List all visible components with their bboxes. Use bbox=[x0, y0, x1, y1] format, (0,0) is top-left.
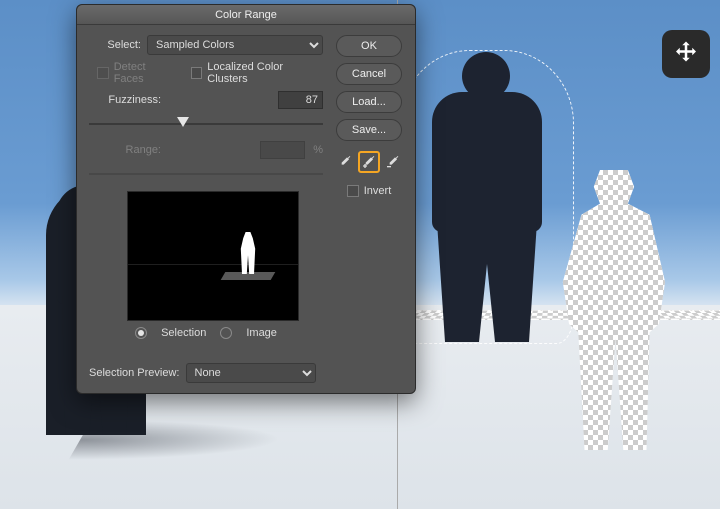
selection-preview-dropdown[interactable]: None bbox=[186, 363, 316, 383]
detect-faces-checkbox bbox=[97, 67, 109, 79]
image-radio-label: Image bbox=[246, 327, 277, 339]
color-range-dialog: Color Range Select: Sampled Colors Detec… bbox=[76, 4, 416, 394]
dialog-title: Color Range bbox=[215, 9, 277, 21]
dialog-titlebar[interactable]: Color Range bbox=[77, 5, 415, 25]
fuzziness-label: Fuzziness: bbox=[89, 94, 161, 106]
selection-preview-thumbnail[interactable] bbox=[127, 191, 299, 321]
select-label: Select: bbox=[89, 39, 141, 51]
localized-checkbox[interactable] bbox=[191, 67, 203, 79]
select-dropdown[interactable]: Sampled Colors bbox=[147, 35, 323, 55]
localized-label: Localized Color Clusters bbox=[207, 61, 323, 85]
eyedropper-add-icon[interactable] bbox=[358, 151, 380, 173]
eyedropper-subtract-icon[interactable] bbox=[382, 151, 404, 173]
selection-radio-label: Selection bbox=[161, 327, 206, 339]
preview-figure-mask bbox=[236, 232, 260, 274]
move-arrows-icon bbox=[671, 39, 701, 69]
invert-checkbox[interactable] bbox=[347, 185, 359, 197]
selection-marquee bbox=[400, 50, 574, 344]
selected-figure bbox=[402, 52, 572, 342]
selection-radio[interactable] bbox=[135, 327, 147, 339]
fuzziness-slider[interactable] bbox=[89, 115, 323, 133]
range-label: Range: bbox=[89, 144, 161, 156]
invert-label: Invert bbox=[364, 185, 392, 197]
save-button[interactable]: Save... bbox=[336, 119, 402, 141]
fuzziness-input[interactable] bbox=[278, 91, 323, 109]
range-input bbox=[260, 141, 305, 159]
selection-preview-label: Selection Preview: bbox=[89, 367, 180, 379]
move-tool-overlay[interactable] bbox=[662, 30, 710, 78]
cancel-button[interactable]: Cancel bbox=[336, 63, 402, 85]
range-unit: % bbox=[311, 144, 323, 156]
ok-button[interactable]: OK bbox=[336, 35, 402, 57]
preview-shadow-mask bbox=[221, 272, 276, 280]
detect-faces-label: Detect Faces bbox=[114, 61, 177, 85]
image-radio[interactable] bbox=[220, 327, 232, 339]
range-slider bbox=[89, 165, 323, 183]
load-button[interactable]: Load... bbox=[336, 91, 402, 113]
eyedropper-icon[interactable] bbox=[334, 151, 356, 173]
